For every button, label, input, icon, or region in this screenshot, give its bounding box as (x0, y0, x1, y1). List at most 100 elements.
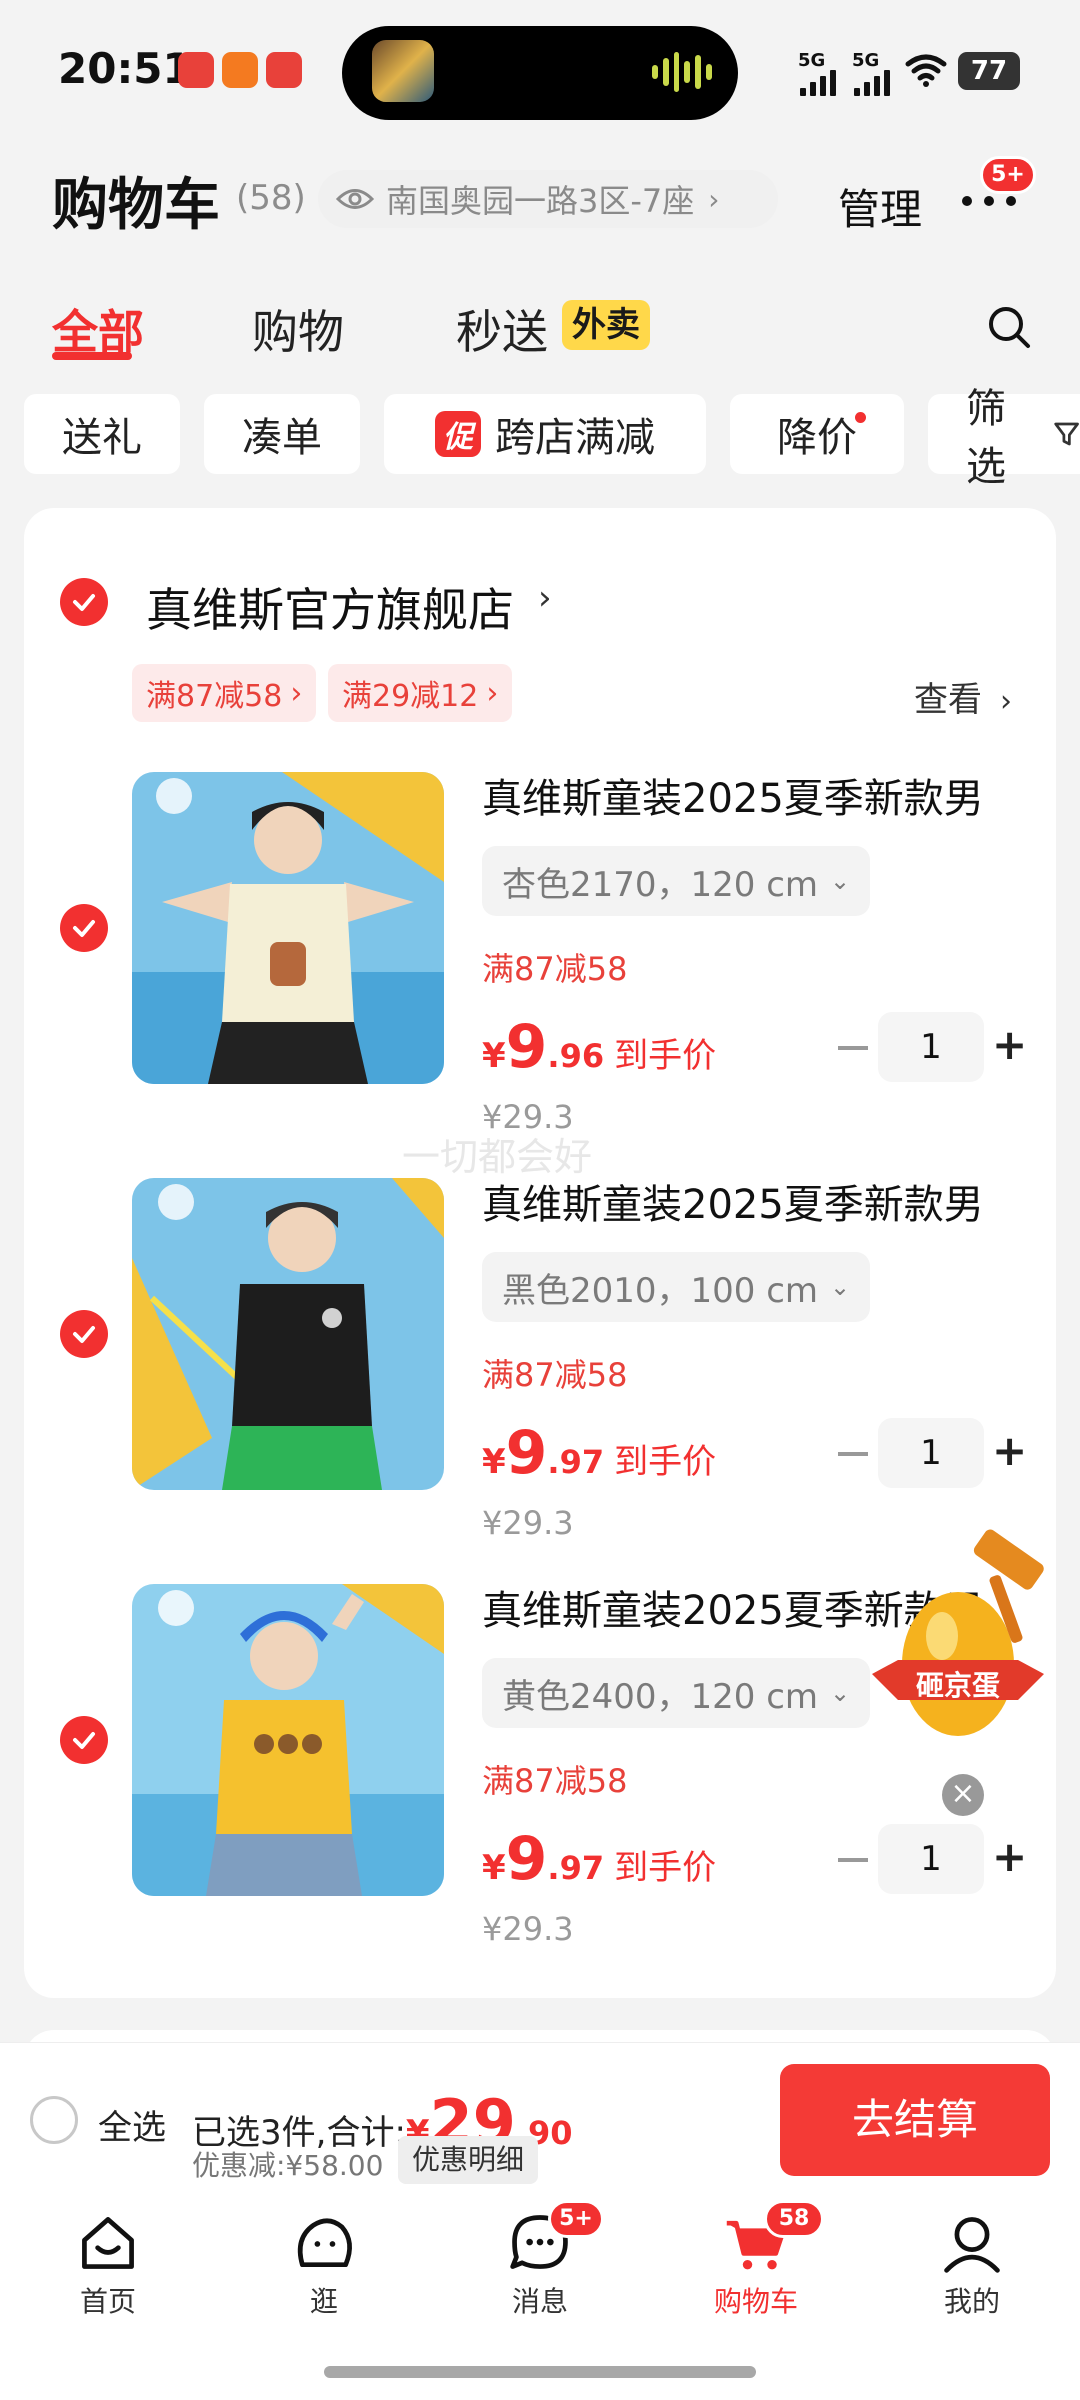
signal-1-icon (800, 70, 836, 96)
select-all-checkbox[interactable] (30, 2096, 78, 2144)
promo-label: 满87减58 (482, 1762, 628, 1800)
price-tag: 到手价 (614, 1848, 717, 1888)
nav-profile[interactable]: 我的 (892, 2210, 1052, 2320)
chevron-right-icon: › (1000, 684, 1012, 719)
currency: ¥ (482, 1036, 506, 1076)
final-price: ¥9.97 到手价 (482, 1824, 716, 1894)
nav-label: 购物车 (713, 2285, 798, 2318)
chip-cross-store[interactable]: 促 跨店满减 (384, 394, 706, 474)
nav-label: 首页 (79, 2285, 136, 2318)
tab-express[interactable]: 秒送 (456, 296, 548, 362)
shirt-shape (216, 1700, 352, 1834)
chip-filter[interactable]: 筛选 (928, 386, 1080, 490)
promo-label: 满87减58 (482, 950, 628, 988)
filter-icon (1054, 422, 1079, 446)
original-price: ¥29.3 (482, 1910, 574, 1948)
nav-home[interactable]: 首页 (28, 2210, 188, 2320)
item-checkbox[interactable] (60, 904, 108, 952)
chip-cross-store-label: 跨店满减 (495, 415, 655, 461)
close-icon[interactable]: × (942, 1774, 984, 1816)
increase-button[interactable]: + (992, 1832, 1027, 1881)
coupon-tag[interactable]: 满29减12 › (328, 664, 513, 722)
promo-label: 满87减58 (482, 1356, 628, 1394)
chip-price-drop[interactable]: 降价 (730, 394, 904, 474)
product-name[interactable]: 真维斯童装2025夏季新款男 (482, 1172, 1042, 1230)
spec-selector[interactable]: 杏色2170，120 cm ⌄ (482, 846, 871, 916)
coupon-label: 满87减58 (146, 679, 283, 714)
select-all-label[interactable]: 全选 (98, 2100, 166, 2149)
product-image[interactable] (132, 1178, 444, 1490)
chip-gift[interactable]: 送礼 (24, 394, 180, 474)
profile-icon (944, 2217, 1000, 2273)
manage-button[interactable]: 管理 (838, 176, 922, 237)
spec-label: 杏色2170，120 cm (502, 864, 819, 905)
nav-browse[interactable]: 逛 (244, 2210, 404, 2320)
takeaway-tag: 外卖 (562, 300, 650, 350)
original-price: ¥29.3 (482, 1504, 574, 1542)
search-icon[interactable] (986, 302, 1032, 352)
address-selector[interactable]: 南国奥园一路3区-7座 › (318, 170, 778, 228)
checkout-button[interactable]: 去结算 (780, 2064, 1050, 2176)
decrease-button[interactable] (838, 1452, 868, 1456)
quantity-input[interactable]: 1 (878, 1012, 984, 1082)
decrease-button[interactable] (838, 1046, 868, 1050)
status-time: 20:51 (58, 44, 192, 93)
view-coupons-button[interactable]: 查看 › (914, 672, 1012, 721)
chevron-right-icon: › (486, 675, 499, 711)
more-badge: 5+ (980, 156, 1036, 194)
chip-filter-label: 筛选 (966, 386, 1006, 490)
check-icon (73, 1326, 95, 1343)
spec-label: 黑色2010，100 cm (502, 1270, 819, 1311)
chip-bundle[interactable]: 凑单 (204, 394, 360, 474)
jd-app-icon (266, 52, 302, 88)
increase-button[interactable]: + (992, 1426, 1027, 1475)
signal-1-label: 5G (798, 50, 826, 71)
shop-checkbox[interactable] (60, 578, 108, 626)
spec-selector[interactable]: 黑色2010，100 cm ⌄ (482, 1252, 871, 1322)
status-bar: 20:51 5G 5G 77 (0, 0, 1080, 140)
promo-icon: 促 (435, 411, 481, 457)
coupon-tag[interactable]: 满87减58 › (132, 664, 317, 722)
quantity-input[interactable]: 1 (878, 1824, 984, 1894)
chevron-right-icon: › (290, 675, 303, 711)
final-price: ¥9.96 到手价 (482, 1012, 716, 1082)
price-decimal: .97 (547, 1849, 605, 1887)
currency: ¥ (482, 1848, 506, 1888)
signal-2-label: 5G (852, 50, 880, 71)
smash-egg-label: 砸京蛋 (915, 1669, 1000, 1702)
final-price: ¥9.97 到手价 (482, 1418, 716, 1488)
quantity-input[interactable]: 1 (878, 1418, 984, 1488)
nav-label: 逛 (309, 2285, 338, 2318)
decrease-button[interactable] (838, 1858, 868, 1862)
shop-name[interactable]: 真维斯官方旗舰店 (146, 574, 514, 640)
tab-underline (52, 352, 132, 360)
currency: ¥ (482, 1442, 506, 1482)
check-icon (73, 920, 95, 937)
jd-app-icon (178, 52, 214, 88)
tab-shopping[interactable]: 购物 (252, 296, 344, 362)
chevron-down-icon: ⌄ (830, 1273, 851, 1301)
smash-egg-banner[interactable]: 砸京蛋 (868, 1524, 1068, 1774)
product-image[interactable] (132, 772, 444, 1084)
check-icon (73, 1732, 95, 1749)
price-decimal: .96 (547, 1037, 605, 1075)
spec-selector[interactable]: 黄色2400，120 cm ⌄ (482, 1658, 871, 1728)
product-name[interactable]: 真维斯童装2025夏季新款男 (482, 766, 1042, 824)
product-image[interactable] (132, 1584, 444, 1896)
price-integer: 9 (505, 1824, 548, 1894)
chevron-down-icon: ⌄ (830, 1679, 851, 1707)
battery-icon: 77 (958, 52, 1020, 90)
discount-detail-button[interactable]: 优惠明细 (398, 2136, 539, 2184)
check-icon (73, 594, 95, 611)
increase-button[interactable]: + (992, 1020, 1027, 1069)
golden-egg-icon (872, 1529, 1044, 1736)
cart-badge: 58 (764, 2200, 824, 2238)
item-checkbox[interactable] (60, 1310, 108, 1358)
view-label: 查看 (914, 680, 982, 720)
price-integer: 9 (505, 1012, 548, 1082)
chevron-right-icon: › (538, 578, 552, 618)
discount-label: 优惠减:¥58.00 (192, 2149, 384, 2182)
item-checkbox[interactable] (60, 1716, 108, 1764)
chevron-down-icon: ⌄ (830, 867, 851, 895)
shirt-shape (232, 1284, 372, 1426)
